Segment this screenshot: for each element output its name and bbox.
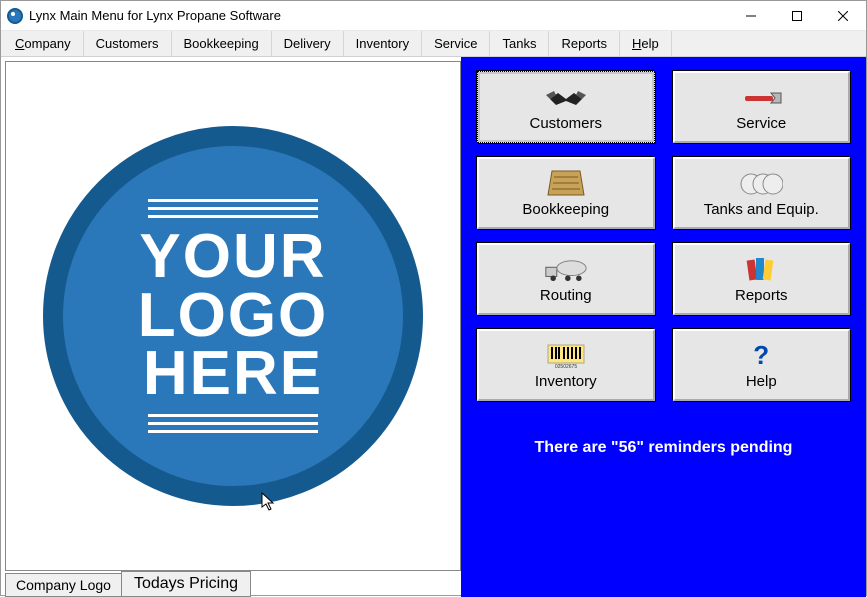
customers-button-label: Customers xyxy=(529,115,602,132)
help-button[interactable]: ? Help xyxy=(673,329,851,401)
button-grid: Customers Service Bookkeeping Tanks and … xyxy=(471,71,856,401)
routing-button-label: Routing xyxy=(540,287,592,304)
tanks-button[interactable]: Tanks and Equip. xyxy=(673,157,851,229)
help-button-label: Help xyxy=(746,373,777,390)
logo-lines-bottom xyxy=(148,414,318,433)
menu-inventory[interactable]: Inventory xyxy=(344,31,422,56)
wrench-icon xyxy=(739,83,783,113)
truck-icon xyxy=(544,255,588,285)
left-panel: YOUR LOGO HERE Company Logo Todays Prici… xyxy=(1,57,461,597)
menu-help[interactable]: Help xyxy=(620,31,672,56)
menu-service[interactable]: Service xyxy=(422,31,490,56)
tanks-button-label: Tanks and Equip. xyxy=(704,201,819,218)
barcode-icon: 02502675 xyxy=(544,341,588,371)
menu-customers[interactable]: Customers xyxy=(84,31,172,56)
menu-delivery[interactable]: Delivery xyxy=(272,31,344,56)
title-bar: Lynx Main Menu for Lynx Propane Software xyxy=(1,1,866,31)
handshake-icon xyxy=(544,83,588,113)
menu-company[interactable]: Company xyxy=(3,31,84,56)
tab-company-logo[interactable]: Company Logo xyxy=(5,573,122,597)
service-button[interactable]: Service xyxy=(673,71,851,143)
logo-text: YOUR LOGO HERE xyxy=(138,228,329,405)
right-panel: Customers Service Bookkeeping Tanks and … xyxy=(461,57,866,597)
bookkeeping-button-label: Bookkeeping xyxy=(522,201,609,218)
logo-lines-top xyxy=(148,199,318,218)
status-text: There are "56" reminders pending xyxy=(471,439,856,457)
books-icon xyxy=(739,255,783,285)
menu-reports[interactable]: Reports xyxy=(549,31,620,56)
menu-bar: Company Customers Bookkeeping Delivery I… xyxy=(1,31,866,57)
logo-placeholder: YOUR LOGO HERE xyxy=(43,126,423,506)
logo-box: YOUR LOGO HERE xyxy=(5,61,461,571)
question-icon: ? xyxy=(739,341,783,371)
app-icon xyxy=(7,8,23,24)
tanks-icon xyxy=(739,169,783,199)
window-title: Lynx Main Menu for Lynx Propane Software xyxy=(29,8,281,23)
logo-text-line1: YOUR xyxy=(138,228,329,287)
service-button-label: Service xyxy=(736,115,786,132)
close-button[interactable] xyxy=(820,1,866,31)
ledger-icon xyxy=(544,169,588,199)
svg-text:02502675: 02502675 xyxy=(555,364,577,369)
logo-text-line3: HERE xyxy=(138,345,329,404)
maximize-button[interactable] xyxy=(774,1,820,31)
inventory-button[interactable]: 02502675 Inventory xyxy=(477,329,655,401)
bookkeeping-button[interactable]: Bookkeeping xyxy=(477,157,655,229)
routing-button[interactable]: Routing xyxy=(477,243,655,315)
left-tabs: Company Logo Todays Pricing xyxy=(5,571,461,597)
inventory-button-label: Inventory xyxy=(535,373,597,390)
menu-bookkeeping[interactable]: Bookkeeping xyxy=(172,31,272,56)
customers-button[interactable]: Customers xyxy=(477,71,655,143)
main-area: YOUR LOGO HERE Company Logo Todays Prici… xyxy=(1,57,866,597)
tab-todays-pricing[interactable]: Todays Pricing xyxy=(121,571,251,597)
reports-button-label: Reports xyxy=(735,287,788,304)
logo-text-line2: LOGO xyxy=(138,287,329,346)
minimize-button[interactable] xyxy=(728,1,774,31)
menu-tanks[interactable]: Tanks xyxy=(490,31,549,56)
reports-button[interactable]: Reports xyxy=(673,243,851,315)
